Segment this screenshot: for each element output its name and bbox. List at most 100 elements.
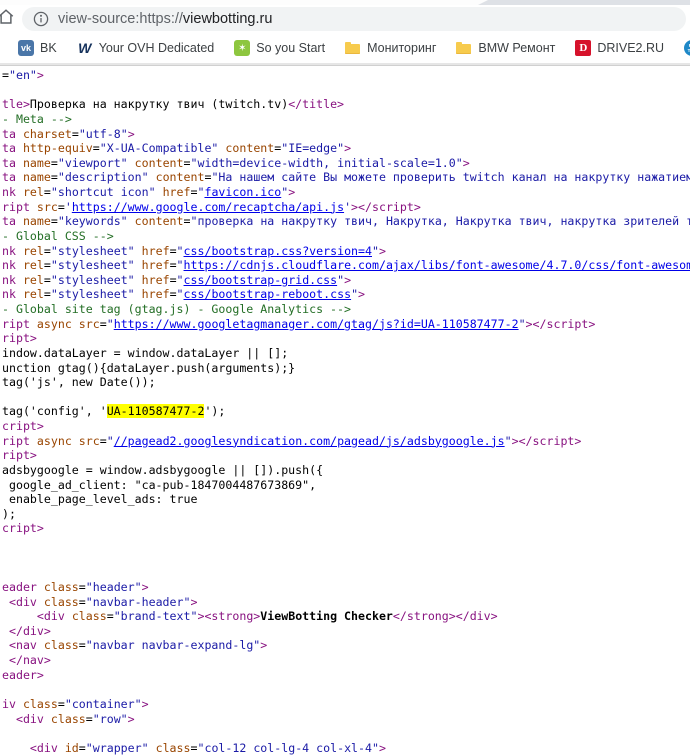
source-segment: = — [44, 287, 51, 301]
source-segment: ta — [2, 214, 23, 228]
source-line: cript> — [2, 521, 690, 536]
source-line: iv class="container"> — [2, 697, 690, 712]
source-segment: <div — [16, 712, 51, 726]
source-segment: "shortcut icon" — [51, 185, 156, 199]
source-line: nk rel="stylesheet" href="https://cdnjs.… — [2, 258, 690, 273]
source-segment: src — [79, 434, 100, 448]
source-segment: "description" — [58, 170, 149, 184]
source-segment: async — [37, 317, 72, 331]
source-segment: content — [135, 214, 184, 228]
source-segment: UA-110587477-2 — [107, 404, 205, 418]
bookmark-item[interactable]: BMW Ремонт — [446, 40, 565, 56]
bookmark-label: BK — [40, 41, 57, 55]
source-segment: class — [44, 580, 79, 594]
source-segment: async — [37, 434, 72, 448]
source-link[interactable]: //pagead2.googlesyndication.com/pagead/j… — [114, 434, 505, 448]
source-segment: content — [156, 170, 205, 184]
source-segment: > — [128, 712, 135, 726]
source-segment: "X-UA-Compatible" — [100, 141, 219, 155]
source-segment: " — [519, 317, 526, 331]
bookmark-item[interactable]: DDRIVE2.RU — [565, 40, 674, 56]
source-segment: = — [79, 595, 86, 609]
source-segment: href — [163, 185, 191, 199]
source-segment: nk — [2, 287, 23, 301]
source-segment: = — [58, 697, 65, 711]
source-segment: "stylesheet" — [51, 273, 135, 287]
source-line: unction gtag(){dataLayer.push(arguments)… — [2, 361, 690, 376]
source-segment: ' — [65, 200, 72, 214]
source-line: ript> — [2, 448, 690, 463]
source-segment: <nav — [9, 638, 44, 652]
bookmark-label: BMW Ремонт — [478, 41, 555, 55]
page-info-icon[interactable] — [33, 11, 49, 27]
source-line: </nav> — [2, 653, 690, 668]
source-line — [2, 536, 690, 551]
source-segment — [128, 214, 135, 228]
source-segment — [149, 741, 156, 755]
bookmark-item[interactable]: WYour OVH Dedicated — [67, 40, 225, 56]
source-segment: > — [344, 273, 351, 287]
source-segment: href — [142, 244, 170, 258]
bookmark-item[interactable]: ✶So you Start — [224, 40, 335, 56]
source-link[interactable]: css/bootstrap-reboot.css — [184, 287, 352, 301]
source-segment: ript — [2, 317, 37, 331]
source-segment: " — [177, 287, 184, 301]
source-segment: tag('js', new Date()); — [2, 375, 156, 389]
source-line: indow.dataLayer = window.dataLayer || []… — [2, 346, 690, 361]
source-link[interactable]: https://www.google.com/recaptcha/api.js — [72, 200, 344, 214]
source-line: ta name="viewport" content="width=device… — [2, 156, 690, 171]
folder-icon — [345, 40, 361, 56]
source-line: tag('config', 'UA-110587477-2'); — [2, 404, 690, 419]
source-segment: = — [79, 741, 86, 755]
source-segment: "en" — [9, 68, 37, 82]
source-segment: ></script> — [351, 200, 421, 214]
source-segment: = — [170, 258, 177, 272]
source-line: cript> — [2, 419, 690, 434]
source-link[interactable]: https://cdnjs.cloudflare.com/ajax/libs/f… — [184, 258, 690, 272]
source-segment: id — [65, 741, 79, 755]
soyoustart-icon: ✶ — [234, 40, 250, 56]
source-segment — [2, 712, 16, 726]
bookmark-item[interactable]: RUTLDTLD — [674, 40, 690, 56]
source-line: ript src='https://www.google.com/recaptc… — [2, 200, 690, 215]
source-line: ta charset="utf-8"> — [2, 127, 690, 142]
source-segment: adsbygoogle = window.adsbygoogle || []).… — [2, 463, 323, 477]
source-segment: "проверка на накрутку твич, Накрутка, На… — [191, 214, 690, 228]
active-tab-edge — [0, 0, 478, 5]
source-segment: "brand-text" — [114, 609, 198, 623]
source-line — [2, 83, 690, 98]
address-bar[interactable]: view-source:https://viewbotting.ru — [22, 7, 686, 31]
source-line: ript async src="https://www.googletagman… — [2, 317, 690, 332]
source-segment: = — [44, 185, 51, 199]
source-line: - Global CSS --> — [2, 229, 690, 244]
source-link[interactable]: https://www.googletagmanager.com/gtag/js… — [114, 317, 519, 331]
source-segment: indow.dataLayer = window.dataLayer || []… — [2, 346, 288, 360]
bookmark-item[interactable]: Мониторинг — [335, 40, 446, 56]
home-button[interactable] — [0, 9, 16, 29]
source-link[interactable]: css/bootstrap-grid.css — [184, 273, 338, 287]
source-line: nk rel="stylesheet" href="css/bootstrap-… — [2, 287, 690, 302]
source-segment: ' — [344, 200, 351, 214]
source-segment: src — [37, 200, 58, 214]
source-segment — [2, 638, 9, 652]
source-segment — [135, 287, 142, 301]
source-segment: nk — [2, 258, 23, 272]
source-segment: content — [225, 141, 274, 155]
source-segment: ript — [2, 200, 37, 214]
source-segment: > — [379, 741, 386, 755]
source-segment: </strong></div> — [393, 609, 498, 623]
bookmark-item[interactable]: vkBK — [8, 40, 67, 56]
source-segment — [2, 595, 9, 609]
source-segment: > — [142, 697, 149, 711]
source-line: ); — [2, 507, 690, 522]
source-segment: = — [44, 258, 51, 272]
source-segment: ta — [2, 141, 23, 155]
source-segment: eader — [2, 580, 44, 594]
source-segment: tag('config', ' — [2, 404, 107, 418]
source-link[interactable]: css/bootstrap.css?version=4 — [184, 244, 372, 258]
source-segment: = — [100, 317, 107, 331]
source-link[interactable]: favicon.ico — [204, 185, 281, 199]
source-segment: ></script> — [512, 434, 582, 448]
source-segment: = — [184, 156, 191, 170]
source-segment: "IE=edge" — [281, 141, 344, 155]
